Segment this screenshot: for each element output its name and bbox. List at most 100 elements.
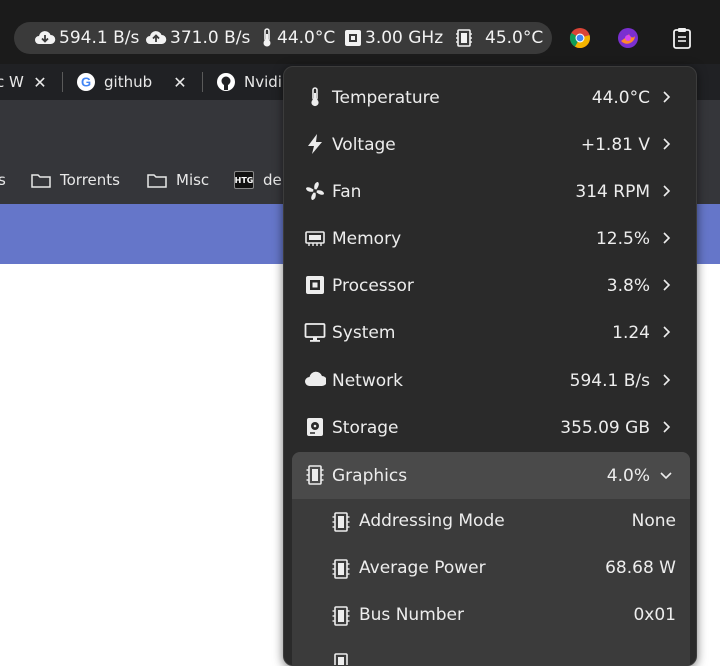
tab-separator — [62, 72, 63, 92]
menu-item-label: Network — [332, 370, 403, 391]
bookmark-label: Torrents — [60, 171, 120, 189]
tab-separator — [202, 72, 203, 92]
menu-item-fan[interactable]: Fan 314 RPM — [284, 168, 696, 215]
tab-github[interactable]: G github — [76, 64, 152, 100]
menu-item-label: Voltage — [332, 134, 396, 155]
submenu-item-partial[interactable] — [292, 640, 690, 665]
clipboard-icon[interactable] — [670, 26, 694, 50]
net-download-indicator: 594.1 B/s — [34, 22, 139, 54]
menu-item-value: 314 RPM — [575, 181, 650, 202]
processor-icon — [306, 276, 324, 294]
menu-item-value: 1.24 — [612, 322, 650, 343]
menu-item-label: Storage — [332, 417, 399, 438]
net-download-text: 594.1 B/s — [59, 28, 140, 48]
bookmark-item[interactable]: s — [0, 156, 6, 204]
gpu-icon — [334, 653, 348, 665]
gpu-temperature-indicator: 45.0°C — [455, 22, 543, 54]
processor-icon — [345, 30, 361, 46]
bookmark-folder-torrents[interactable]: Torrents — [31, 156, 120, 204]
submenu-item-addressing-mode[interactable]: Addressing Mode None — [292, 499, 690, 546]
menu-item-value: 4.0% — [606, 465, 650, 486]
bookmark-label: de — [263, 171, 282, 189]
system-monitor-indicator[interactable]: 594.1 B/s 371.0 B/s 44.0°C 3.00 GHz 45.0… — [14, 22, 552, 54]
menu-item-temperature[interactable]: Temperature 44.0°C — [284, 74, 696, 121]
gpu-temperature-text: 45.0°C — [485, 28, 544, 48]
menu-item-memory[interactable]: Memory 12.5% — [284, 215, 696, 262]
submenu-item-value: None — [631, 511, 676, 531]
chevron-down-icon — [660, 472, 672, 480]
tab-title: github — [104, 73, 153, 91]
chevron-right-icon — [663, 91, 671, 103]
graphics-section: Graphics 4.0% Addressing Mode None Avera… — [292, 452, 690, 665]
menu-item-value: 12.5% — [595, 228, 650, 249]
storage-icon — [307, 418, 323, 436]
gpu-icon — [332, 606, 350, 626]
bookmark-htg[interactable]: HTG de — [234, 156, 282, 204]
submenu-item-bus-number[interactable]: Bus Number 0x01 — [292, 593, 690, 640]
temperature-text: 44.0°C — [277, 28, 336, 48]
menu-item-voltage[interactable]: Voltage +1.81 V — [284, 121, 696, 168]
bookmark-label: Misc — [176, 171, 210, 189]
thermometer-icon — [311, 87, 319, 107]
folder-icon — [147, 174, 167, 188]
menu-item-network[interactable]: Network 594.1 B/s — [284, 357, 696, 404]
menu-item-processor[interactable]: Processor 3.8% — [284, 262, 696, 309]
menu-item-label: System — [332, 322, 396, 343]
google-icon: G — [77, 73, 95, 91]
cpu-frequency-text: 3.00 GHz — [365, 28, 444, 48]
menu-item-label: Processor — [332, 275, 414, 296]
gpu-icon — [332, 559, 350, 579]
chevron-right-icon — [663, 326, 671, 338]
menu-item-value: 594.1 B/s — [569, 370, 650, 391]
menu-item-label: Fan — [332, 181, 362, 202]
memory-icon — [305, 231, 325, 246]
submenu-item-label: Addressing Mode — [359, 511, 505, 531]
gpu-icon — [306, 465, 324, 485]
bookmark-folder-misc[interactable]: Misc — [147, 156, 209, 204]
menu-item-system[interactable]: System 1.24 — [284, 309, 696, 356]
chevron-right-icon — [663, 138, 671, 150]
chevron-right-icon — [663, 279, 671, 291]
submenu-item-label: Bus Number — [359, 605, 464, 625]
chevron-right-icon — [663, 185, 671, 197]
submenu-item-average-power[interactable]: Average Power 68.68 W — [292, 546, 690, 593]
chevron-right-icon — [663, 232, 671, 244]
svg-text:G: G — [81, 75, 91, 90]
menu-item-label: Temperature — [332, 87, 440, 108]
tab-nvidia[interactable]: Nvidi — [216, 64, 282, 100]
menu-item-value: 355.09 GB — [560, 417, 650, 438]
net-upload-text: 371.0 B/s — [170, 28, 251, 48]
chevron-right-icon — [663, 421, 671, 433]
system-monitor-menu: Temperature 44.0°C Voltage +1.81 V Fan 3… — [283, 66, 697, 666]
menu-item-value: 3.8% — [606, 275, 650, 296]
firefox-icon[interactable] — [616, 26, 640, 50]
menu-item-label: Memory — [332, 228, 402, 249]
github-icon — [217, 73, 235, 91]
top-panel: 594.1 B/s 371.0 B/s 44.0°C 3.00 GHz 45.0… — [0, 0, 720, 64]
gpu-icon — [456, 29, 472, 47]
tab-1[interactable]: c W — [0, 64, 24, 100]
chevron-right-icon — [663, 374, 671, 386]
tab-close-button[interactable]: ✕ — [170, 72, 190, 92]
chrome-icon[interactable] — [568, 26, 592, 50]
net-upload-indicator: 371.0 B/s — [145, 22, 250, 54]
menu-item-value: +1.81 V — [580, 134, 650, 155]
fan-icon — [306, 182, 324, 200]
bookmark-label: s — [0, 171, 6, 189]
menu-item-value: 44.0°C — [591, 87, 650, 108]
tab-close-button[interactable]: ✕ — [30, 72, 50, 92]
thermometer-icon — [263, 28, 271, 47]
submenu-item-value: 68.68 W — [605, 558, 676, 578]
menu-item-graphics[interactable]: Graphics 4.0% — [292, 452, 690, 499]
temperature-indicator: 44.0°C — [260, 22, 335, 54]
htg-icon: HTG — [234, 171, 254, 189]
cpu-frequency-indicator: 3.00 GHz — [344, 22, 443, 54]
gpu-icon — [332, 512, 350, 532]
monitor-icon — [304, 323, 326, 342]
menu-item-storage[interactable]: Storage 355.09 GB — [284, 404, 696, 451]
folder-icon — [31, 174, 51, 188]
submenu-item-label: Average Power — [359, 558, 486, 578]
lightning-icon — [308, 134, 322, 154]
tab-title: c W — [0, 73, 24, 91]
cloud-download-icon — [35, 31, 56, 44]
